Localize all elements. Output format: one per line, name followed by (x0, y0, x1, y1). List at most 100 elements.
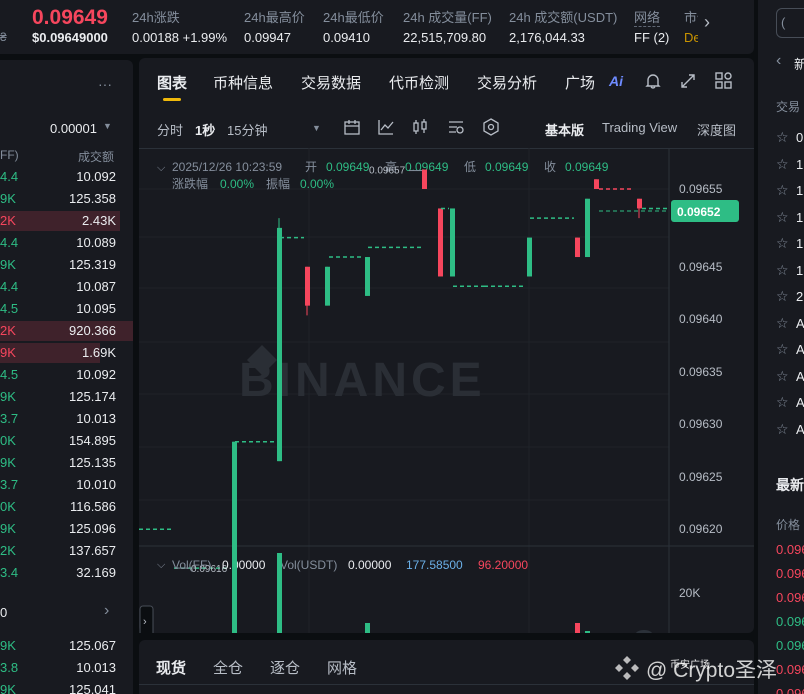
orderbook-row[interactable]: 2K 2.43K (0, 210, 133, 232)
layout-grid-icon[interactable] (714, 71, 734, 91)
orderbook-row[interactable]: 9K 125.358 (0, 188, 133, 210)
orderbook-row[interactable]: 3.4 32.169 (0, 562, 133, 584)
view-tradingview[interactable]: Trading View (602, 120, 677, 135)
ai-icon[interactable]: Ai (609, 73, 623, 89)
orderbook-row[interactable]: 4.4 10.092 (0, 166, 133, 188)
favorite-star-icon[interactable]: ☆ (776, 341, 789, 358)
orderbook-row[interactable]: 9K 125.067 (0, 635, 133, 657)
market-list-item[interactable]: 1 (796, 183, 803, 198)
orderbook-row[interactable]: 3.8 10.013 (0, 657, 133, 679)
chart-tab[interactable]: 广场 (565, 72, 595, 93)
precision-select[interactable]: 0.00001 (50, 121, 97, 136)
favorite-star-icon[interactable]: ☆ (776, 288, 789, 305)
price-axis-tick: 0.09655 (679, 182, 723, 196)
orderbook-amount: 4.4 (0, 169, 19, 184)
market-list-item[interactable]: A (796, 369, 804, 384)
market-list-item[interactable]: A (796, 316, 804, 331)
favorite-star-icon[interactable]: ☆ (776, 235, 789, 252)
orderbook-amount: 3.7 (0, 411, 19, 426)
chart-tab[interactable]: 交易数据 (301, 72, 361, 93)
orderbook-row[interactable]: 4.5 10.092 (0, 364, 133, 386)
favorite-star-icon[interactable]: ☆ (776, 262, 789, 279)
orderbook-row[interactable]: 9K 125.096 (0, 518, 133, 540)
trade-tab[interactable]: 网格 (327, 657, 357, 678)
favorite-star-icon[interactable]: ☆ (776, 394, 789, 411)
latest-trade-price: 0.096 (776, 542, 804, 557)
favorite-star-icon[interactable]: ☆ (776, 129, 789, 146)
market-list-item[interactable]: 2 (796, 289, 803, 304)
drawing-tools-icon[interactable] (447, 118, 465, 136)
view-basic[interactable]: 基本版 (545, 120, 584, 139)
orderbook-amount: 2K (0, 213, 16, 228)
favorite-star-icon[interactable]: ☆ (776, 315, 789, 332)
price-chart[interactable]: BINANCE⌵ 2025/12/26 10:23:59 开 0.09649 高 0.09… (139, 148, 754, 633)
orderbook-row[interactable]: 3.7 10.013 (0, 408, 133, 430)
calendar-icon[interactable] (343, 118, 361, 136)
market-list-item[interactable]: 1 (796, 263, 803, 278)
market-list-item[interactable]: A (796, 395, 804, 410)
favorite-star-icon[interactable]: ☆ (776, 182, 789, 199)
trade-tab[interactable]: 逐仓 (270, 657, 300, 678)
market-list-item[interactable]: 0 (796, 130, 803, 145)
market-list-item[interactable]: 1 (796, 157, 803, 172)
orderbook-row[interactable]: 9K 125.174 (0, 386, 133, 408)
orderbook-row[interactable]: 4.4 10.087 (0, 276, 133, 298)
interval-15m[interactable]: 15分钟 (227, 120, 267, 139)
chevron-right-icon[interactable]: › (104, 602, 109, 620)
market-list-item[interactable]: 1 (796, 210, 803, 225)
orderbook-row[interactable]: 9K 1.69K (0, 342, 133, 364)
favorite-star-icon[interactable]: ☆ (776, 421, 789, 438)
view-depth[interactable]: 深度图 (697, 120, 736, 139)
orderbook-row[interactable]: 9K 125.135 (0, 452, 133, 474)
chart-panel: 图表 币种信息 交易数据 代币检测 交易分析 广场 Ai 分时 1秒 15分钟 ▼ 基本版… (139, 58, 754, 633)
market-label: 市值 (684, 10, 698, 25)
price-col-label: 价格 (776, 518, 801, 532)
favorite-star-icon[interactable]: ☆ (776, 209, 789, 226)
orderbook-amount: 9K (0, 191, 16, 206)
volume-ma1-value: 177.58500 (406, 558, 463, 572)
bell-icon[interactable] (644, 72, 662, 90)
interval-dropdown-icon[interactable]: ▼ (312, 123, 321, 133)
chart-tab[interactable]: 币种信息 (213, 72, 273, 93)
expand-icon[interactable] (679, 72, 697, 90)
chart-tab[interactable]: 图表 (157, 72, 187, 93)
chevron-down-icon[interactable]: ▼ (103, 121, 112, 131)
candle-body (277, 227, 282, 462)
market-list-item[interactable]: A (796, 422, 804, 437)
indicator-icon[interactable] (377, 118, 395, 136)
candlestick-icon[interactable] (411, 118, 429, 136)
network-label[interactable]: 网络 (634, 7, 661, 27)
settings-icon[interactable] (482, 118, 500, 136)
orderbook-row[interactable]: 2K 137.657 (0, 540, 133, 562)
orderbook-row[interactable]: 9K 125.319 (0, 254, 133, 276)
chart-tab[interactable]: 代币检测 (389, 72, 449, 93)
orderbook-row[interactable]: 3.7 10.010 (0, 474, 133, 496)
orderbook-row[interactable]: 0K 116.586 (0, 496, 133, 518)
market-list-item[interactable]: 1 (796, 236, 803, 251)
orderbook-row[interactable]: 2K 920.366 (0, 320, 133, 342)
more-icon[interactable]: ··· (98, 76, 112, 92)
network-value[interactable]: FF (2) (634, 30, 669, 45)
orderbook-row[interactable]: 9K 125.041 (0, 679, 133, 694)
ticker-next-icon[interactable]: › (704, 12, 710, 33)
orderbook-amount: 9K (0, 638, 16, 653)
chart-tab[interactable]: 交易分析 (477, 72, 537, 93)
back-arrow-icon[interactable]: ‹ (776, 52, 781, 70)
ohlc-change: 0.00% (220, 177, 254, 191)
latest-trade-price: 0.096 (776, 614, 804, 629)
interval-timeline[interactable]: 分时 (157, 120, 183, 139)
interval-1s[interactable]: 1秒 (195, 120, 215, 139)
price-axis-tick: 0.09640 (679, 312, 723, 326)
favorite-star-icon[interactable]: ☆ (776, 156, 789, 173)
market-list-item[interactable]: A (796, 342, 804, 357)
candle-body (422, 169, 427, 189)
tab-new[interactable]: 新 (794, 54, 804, 73)
orderbook-row[interactable]: 0K 154.895 (0, 430, 133, 452)
orderbook-row[interactable]: 4.5 10.095 (0, 298, 133, 320)
trade-tab[interactable]: 现货 (156, 657, 186, 678)
trade-tab[interactable]: 全仓 (213, 657, 243, 678)
orderbook-row[interactable]: 4.4 10.089 (0, 232, 133, 254)
search-box[interactable]: ( (776, 8, 804, 38)
brand-watermark-small: 币安广场 (670, 660, 710, 671)
favorite-star-icon[interactable]: ☆ (776, 368, 789, 385)
